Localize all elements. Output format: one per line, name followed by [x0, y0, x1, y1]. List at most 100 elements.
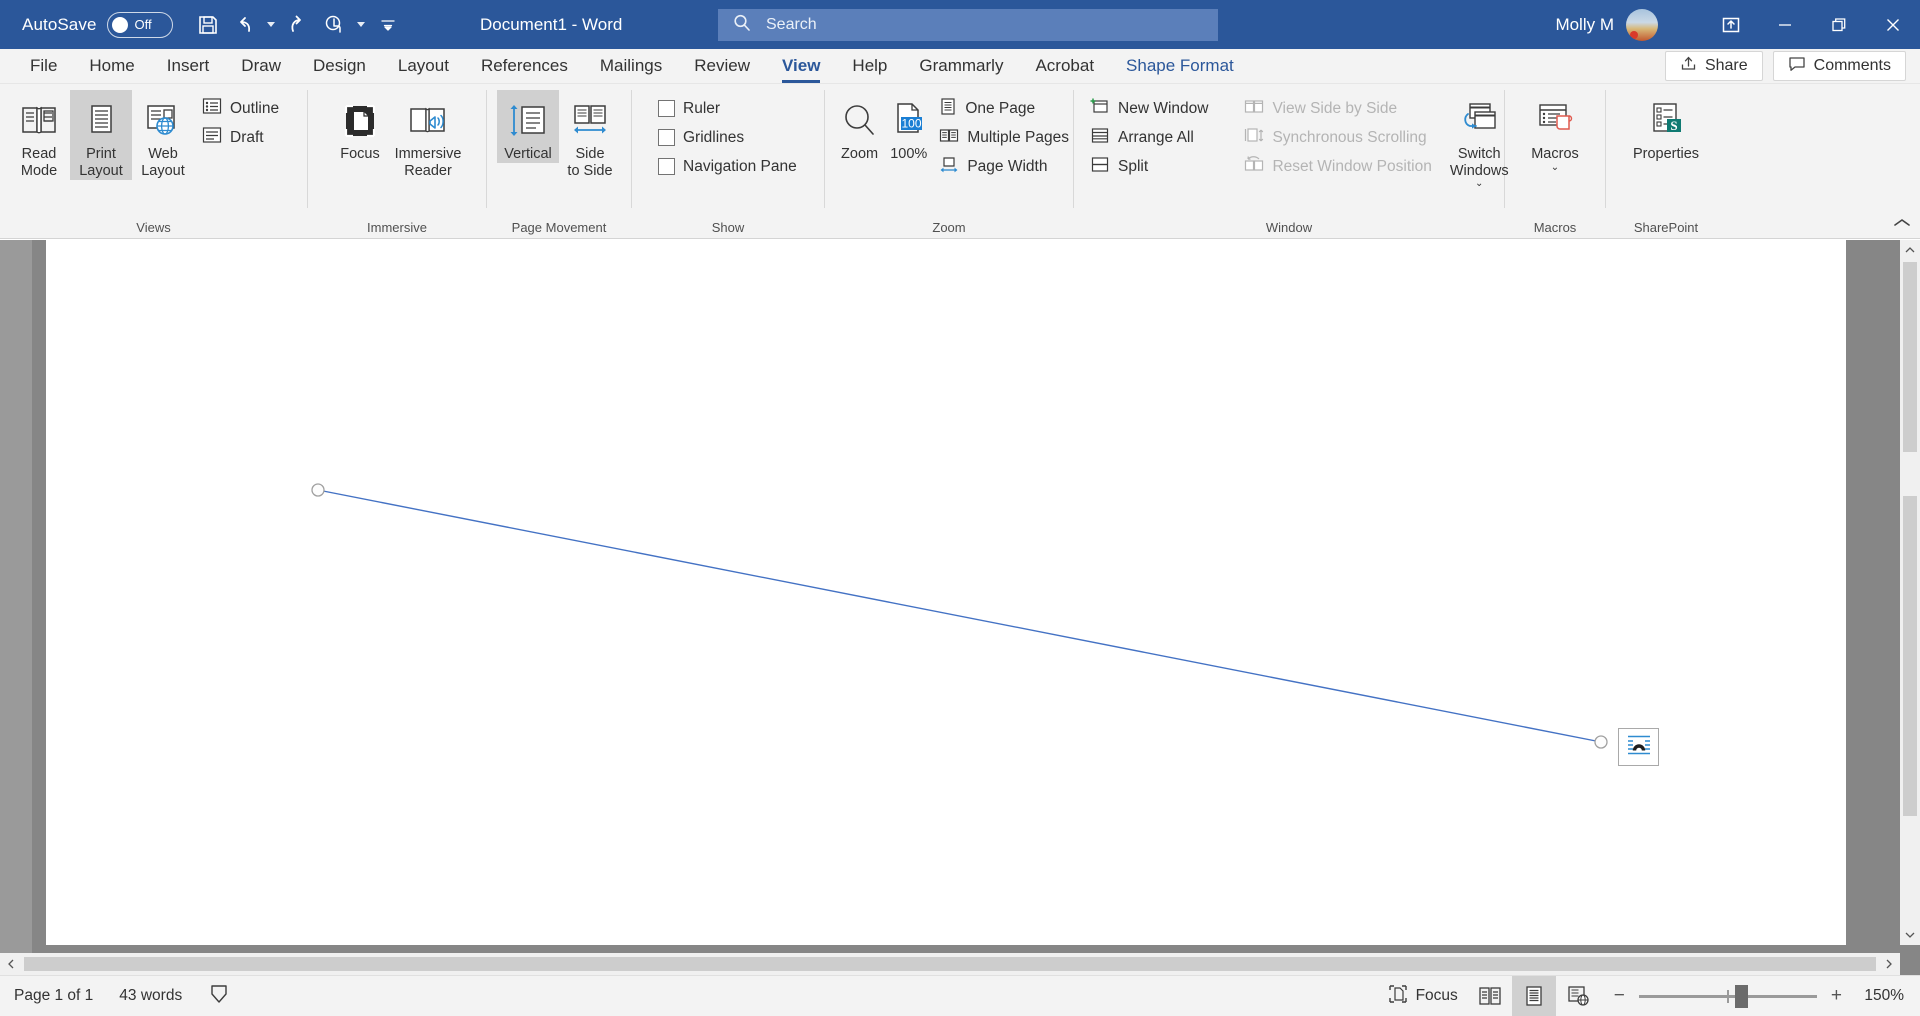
split-button[interactable]: Split [1086, 152, 1212, 181]
read-mode-view-button[interactable] [1468, 976, 1512, 1016]
print-layout-button[interactable]: Print Layout [70, 90, 132, 180]
word-count[interactable]: 43 words [119, 987, 182, 1005]
tab-grammarly[interactable]: Grammarly [903, 49, 1019, 84]
account-control[interactable]: Molly M [1555, 8, 1658, 41]
tab-acrobat[interactable]: Acrobat [1019, 49, 1110, 84]
arrange-all-button[interactable]: Arrange All [1086, 123, 1212, 152]
side-to-side-button[interactable]: Side to Side [559, 90, 621, 180]
reset-window-position-button[interactable]: Reset Window Position [1240, 152, 1435, 181]
document-page[interactable] [46, 240, 1846, 945]
ruler-checkbox-item[interactable]: Ruler [654, 94, 801, 123]
line-shape[interactable] [46, 240, 1846, 956]
focus-button[interactable]: Focus [329, 90, 391, 163]
properties-button[interactable]: S Properties [1618, 90, 1714, 163]
ribbon-display-options-icon[interactable] [1704, 0, 1758, 49]
zoom-value[interactable]: 150% [1842, 987, 1904, 1005]
scroll-right-arrow[interactable] [1878, 953, 1900, 975]
avatar[interactable] [1626, 8, 1658, 41]
tab-draw[interactable]: Draw [225, 49, 297, 84]
new-window-button[interactable]: New Window [1086, 94, 1212, 123]
tab-design[interactable]: Design [297, 49, 382, 84]
scroll-up-arrow[interactable] [1900, 240, 1920, 260]
gridlines-checkbox-item[interactable]: Gridlines [654, 123, 801, 152]
gridlines-checkbox[interactable] [658, 129, 675, 146]
horizontal-scroll-thumb[interactable] [24, 957, 1876, 971]
save-icon[interactable] [191, 8, 225, 42]
restore-button[interactable] [1812, 0, 1866, 49]
tab-home[interactable]: Home [73, 49, 150, 84]
zoom-out-button[interactable]: − [1614, 985, 1625, 1007]
tab-references[interactable]: References [465, 49, 584, 84]
svg-text:S: S [1670, 118, 1677, 133]
search-input[interactable]: Search [718, 9, 1218, 41]
vertical-scroll-thumb-lower[interactable] [1903, 496, 1917, 816]
one-page-button[interactable]: One Page [935, 94, 1073, 123]
web-layout-button[interactable]: Web Layout [132, 90, 194, 180]
immersive-reader-button[interactable]: Immersive Reader [391, 90, 465, 180]
multiple-pages-button[interactable]: Multiple Pages [935, 123, 1073, 152]
customize-qat-icon[interactable] [371, 8, 405, 42]
switch-windows-button[interactable]: Switch Windows ⌄ [1450, 90, 1509, 189]
synchronous-scrolling-button[interactable]: Synchronous Scrolling [1240, 123, 1435, 152]
tab-help[interactable]: Help [836, 49, 903, 84]
undo-icon[interactable] [227, 8, 261, 42]
macros-button[interactable]: Macros ⌄ [1518, 90, 1592, 173]
vertical-label-1: Vertical [504, 146, 552, 162]
page-info[interactable]: Page 1 of 1 [14, 987, 93, 1005]
navigation-pane-checkbox[interactable] [658, 158, 675, 175]
zoom-100-button[interactable]: 100 100% [884, 90, 933, 163]
touch-mode-dropdown-icon[interactable] [353, 8, 369, 42]
navigation-pane-checkbox-item[interactable]: Navigation Pane [654, 152, 801, 181]
focus-icon [340, 96, 380, 146]
share-button[interactable]: Share [1664, 51, 1763, 81]
ruler-checkbox[interactable] [658, 100, 675, 117]
autosave-toggle[interactable]: Off [106, 11, 173, 38]
view-side-by-side-button[interactable]: View Side by Side [1240, 94, 1435, 123]
draft-button[interactable]: Draft [198, 123, 283, 152]
tab-review[interactable]: Review [678, 49, 766, 84]
tab-layout[interactable]: Layout [382, 49, 465, 84]
zoom-track[interactable] [1638, 984, 1817, 1008]
read-mode-label-2: Mode [20, 163, 58, 179]
tab-shape-format[interactable]: Shape Format [1110, 49, 1250, 84]
print-layout-label-1: Print [86, 146, 116, 162]
tab-file[interactable]: File [14, 49, 73, 84]
zoom-in-button[interactable]: + [1831, 985, 1842, 1007]
group-name-sharepoint: SharePoint [1633, 220, 1699, 235]
autosave-control[interactable]: AutoSave Off [22, 11, 173, 38]
horizontal-scrollbar[interactable] [0, 953, 1900, 975]
web-layout-view-button[interactable] [1556, 976, 1600, 1016]
tab-insert[interactable]: Insert [151, 49, 226, 84]
zoom-slider[interactable]: − + [1614, 984, 1842, 1008]
zoom-button[interactable]: Zoom [835, 90, 884, 163]
new-window-icon [1090, 97, 1110, 121]
vertical-scroll-thumb[interactable] [1903, 262, 1917, 452]
zoom-track-thumb[interactable] [1734, 984, 1748, 1008]
comments-button[interactable]: Comments [1772, 51, 1906, 81]
close-button[interactable] [1866, 0, 1920, 49]
scroll-down-arrow[interactable] [1900, 925, 1920, 945]
vertical-scrollbar[interactable] [1900, 240, 1920, 945]
side-to-side-icon [565, 96, 615, 146]
outline-button[interactable]: Outline [198, 94, 283, 123]
tab-mailings[interactable]: Mailings [584, 49, 678, 84]
layout-options-button[interactable] [1618, 728, 1659, 766]
touch-mode-icon[interactable] [317, 8, 351, 42]
proofing-errors-icon[interactable] [208, 984, 230, 1009]
print-layout-view-button[interactable] [1511, 976, 1556, 1016]
macros-caret-icon[interactable]: ⌄ [1551, 163, 1559, 173]
tab-view[interactable]: View [766, 49, 836, 84]
undo-dropdown-icon[interactable] [263, 8, 279, 42]
focus-label-1: Focus [340, 146, 380, 162]
redo-icon[interactable] [281, 8, 315, 42]
collapse-ribbon-icon[interactable] [1892, 216, 1912, 234]
scroll-left-arrow[interactable] [0, 953, 22, 975]
read-mode-button[interactable]: Read Mode [8, 90, 70, 180]
switch-windows-caret-icon[interactable]: ⌄ [1475, 179, 1483, 189]
macros-label-1: Macros [1531, 146, 1579, 162]
minimize-button[interactable] [1758, 0, 1812, 49]
page-width-button[interactable]: Page Width [935, 152, 1073, 181]
vertical-button[interactable]: Vertical [497, 90, 559, 163]
start-handle [311, 483, 325, 497]
focus-mode-button[interactable]: Focus [1378, 976, 1468, 1016]
